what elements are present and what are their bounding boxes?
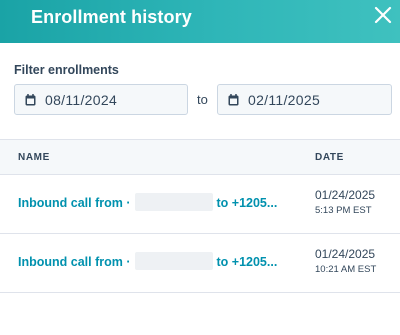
enrollment-link-prefix[interactable]: Inbound call from · bbox=[18, 196, 131, 210]
to-date-input[interactable]: 02/11/2025 bbox=[217, 84, 392, 115]
row-date: 01/24/2025 10:21 AM EST bbox=[315, 246, 376, 276]
enrollment-link-suffix[interactable]: to +1205... bbox=[217, 196, 278, 210]
to-date-value: 02/11/2025 bbox=[248, 91, 321, 108]
redacted-phone bbox=[134, 251, 213, 270]
panel-title: Enrollment history bbox=[31, 7, 192, 27]
enrollment-link[interactable]: Inbound call from · to +1205... bbox=[18, 251, 278, 270]
panel-header: Enrollment history bbox=[0, 0, 400, 43]
table-header: NAME DATE bbox=[0, 139, 400, 175]
close-button[interactable] bbox=[372, 4, 394, 26]
table-row: Inbound call from · to +1205... 01/24/202… bbox=[0, 234, 400, 293]
table-row: Inbound call from · to +1205... 01/24/202… bbox=[0, 175, 400, 234]
row-date: 01/24/2025 5:13 PM EST bbox=[315, 187, 375, 217]
calendar-icon bbox=[25, 93, 36, 105]
filter-label: Filter enrollments bbox=[14, 63, 119, 77]
row-date-value: 01/24/2025 bbox=[315, 247, 376, 261]
from-date-input[interactable]: 08/11/2024 bbox=[14, 84, 188, 115]
row-date-value: 01/24/2025 bbox=[315, 188, 376, 202]
row-time-value: 10:21 AM EST bbox=[315, 264, 377, 275]
redacted-phone bbox=[134, 192, 213, 211]
enrollment-link[interactable]: Inbound call from · to +1205... bbox=[18, 192, 278, 211]
enrollment-link-prefix[interactable]: Inbound call from · bbox=[18, 255, 131, 269]
close-icon[interactable] bbox=[372, 4, 394, 26]
column-header-date[interactable]: DATE bbox=[315, 152, 344, 163]
from-date-value: 08/11/2024 bbox=[45, 91, 118, 108]
column-header-name[interactable]: NAME bbox=[18, 152, 50, 163]
row-time-value: 5:13 PM EST bbox=[315, 205, 372, 216]
calendar-icon bbox=[228, 93, 239, 105]
date-range-separator: to bbox=[197, 92, 208, 107]
enrollment-link-suffix[interactable]: to +1205... bbox=[217, 255, 278, 269]
